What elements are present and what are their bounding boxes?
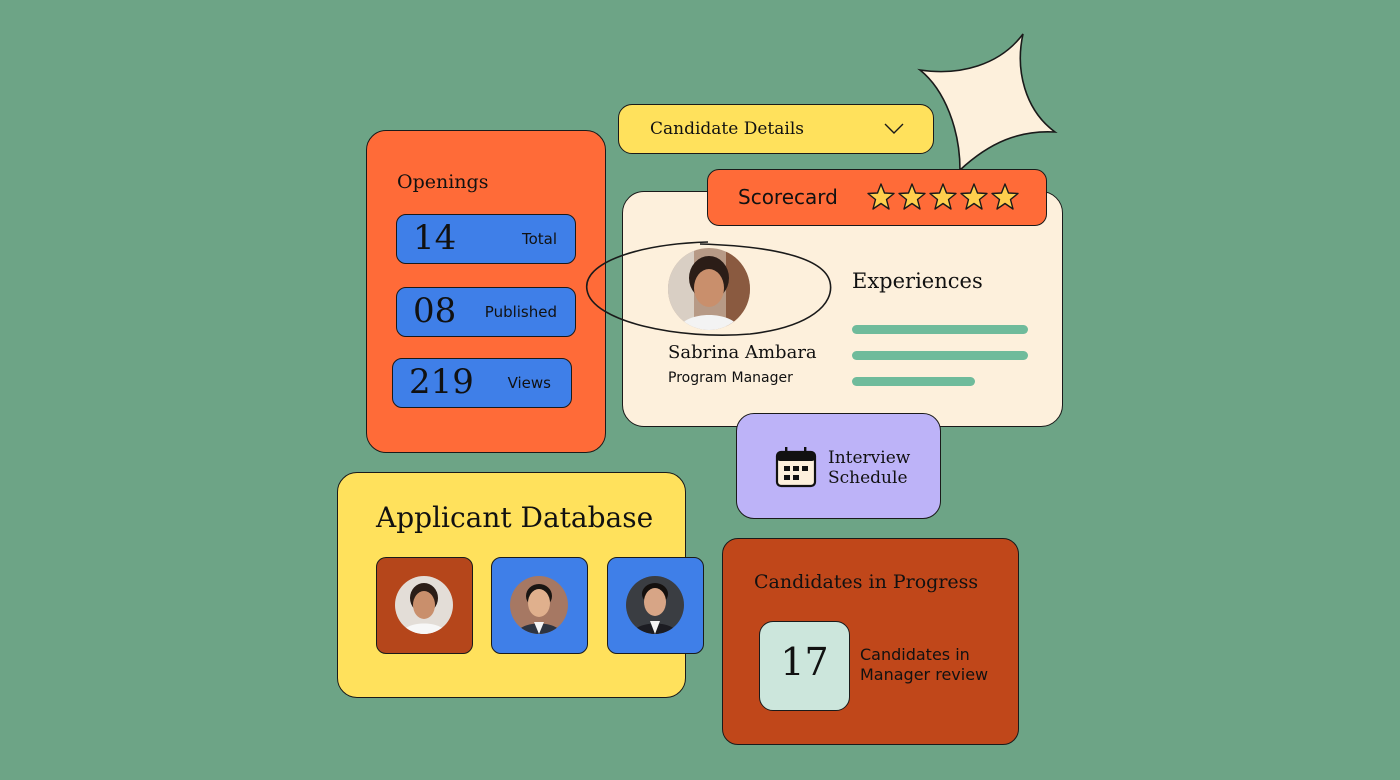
applicant-database-title: Applicant Database [376,501,654,534]
star-icon[interactable] [928,182,958,212]
star-icon[interactable] [959,182,989,212]
stat-label: Published [484,303,557,321]
stat-value: 14 [413,218,457,258]
candidates-desc-line1: Candidates in [860,645,970,664]
candidates-progress-title: Candidates in Progress [754,571,979,593]
candidates-count-box[interactable]: 17 [759,621,850,711]
applicant-avatar [395,576,453,634]
stat-value: 219 [409,362,474,402]
person-photo-icon [510,576,568,634]
interview-label-line2: Schedule [828,468,908,488]
dropdown-selected-value: Candidate Details [650,119,804,139]
star-icon[interactable] [866,182,896,212]
applicant-avatar [510,576,568,634]
person-photo-icon [626,576,684,634]
experience-bar [852,325,1028,334]
star-rating[interactable] [866,182,1020,212]
applicant-tile[interactable] [491,557,588,654]
experience-bar [852,377,975,386]
interview-schedule-button[interactable]: Interview Schedule [736,413,941,519]
experience-bar [852,351,1028,360]
candidate-details-dropdown[interactable]: Candidate Details [618,104,934,154]
candidate-avatar[interactable] [668,248,750,330]
scorecard-header: Scorecard [707,169,1047,226]
stat-views[interactable]: 219 Views [392,358,572,408]
applicant-tile[interactable] [376,557,473,654]
applicant-avatar [626,576,684,634]
stat-total[interactable]: 14 Total [396,214,576,264]
candidates-count: 17 [780,640,829,684]
applicant-tile[interactable] [607,557,704,654]
chevron-down-icon [884,123,904,134]
calendar-icon [775,447,817,488]
stat-value: 08 [413,291,457,331]
candidate-name: Sabrina Ambara [668,342,817,363]
scorecard-label: Scorecard [738,185,838,209]
interview-label-line1: Interview [828,448,911,468]
person-photo-icon [668,248,750,330]
person-photo-icon [395,576,453,634]
star-icon[interactable] [897,182,927,212]
candidates-desc-line2: Manager review [860,665,989,684]
candidate-role: Program Manager [668,370,793,386]
candidates-in-progress-card: Candidates in Progress 17 Candidates in … [722,538,1019,745]
star-icon[interactable] [990,182,1020,212]
experiences-title: Experiences [852,269,983,293]
openings-title: Openings [397,171,489,193]
stat-label: Views [507,374,551,392]
stat-published[interactable]: 08 Published [396,287,576,337]
sparkle-decoration [917,33,1058,172]
stat-label: Total [521,230,557,248]
